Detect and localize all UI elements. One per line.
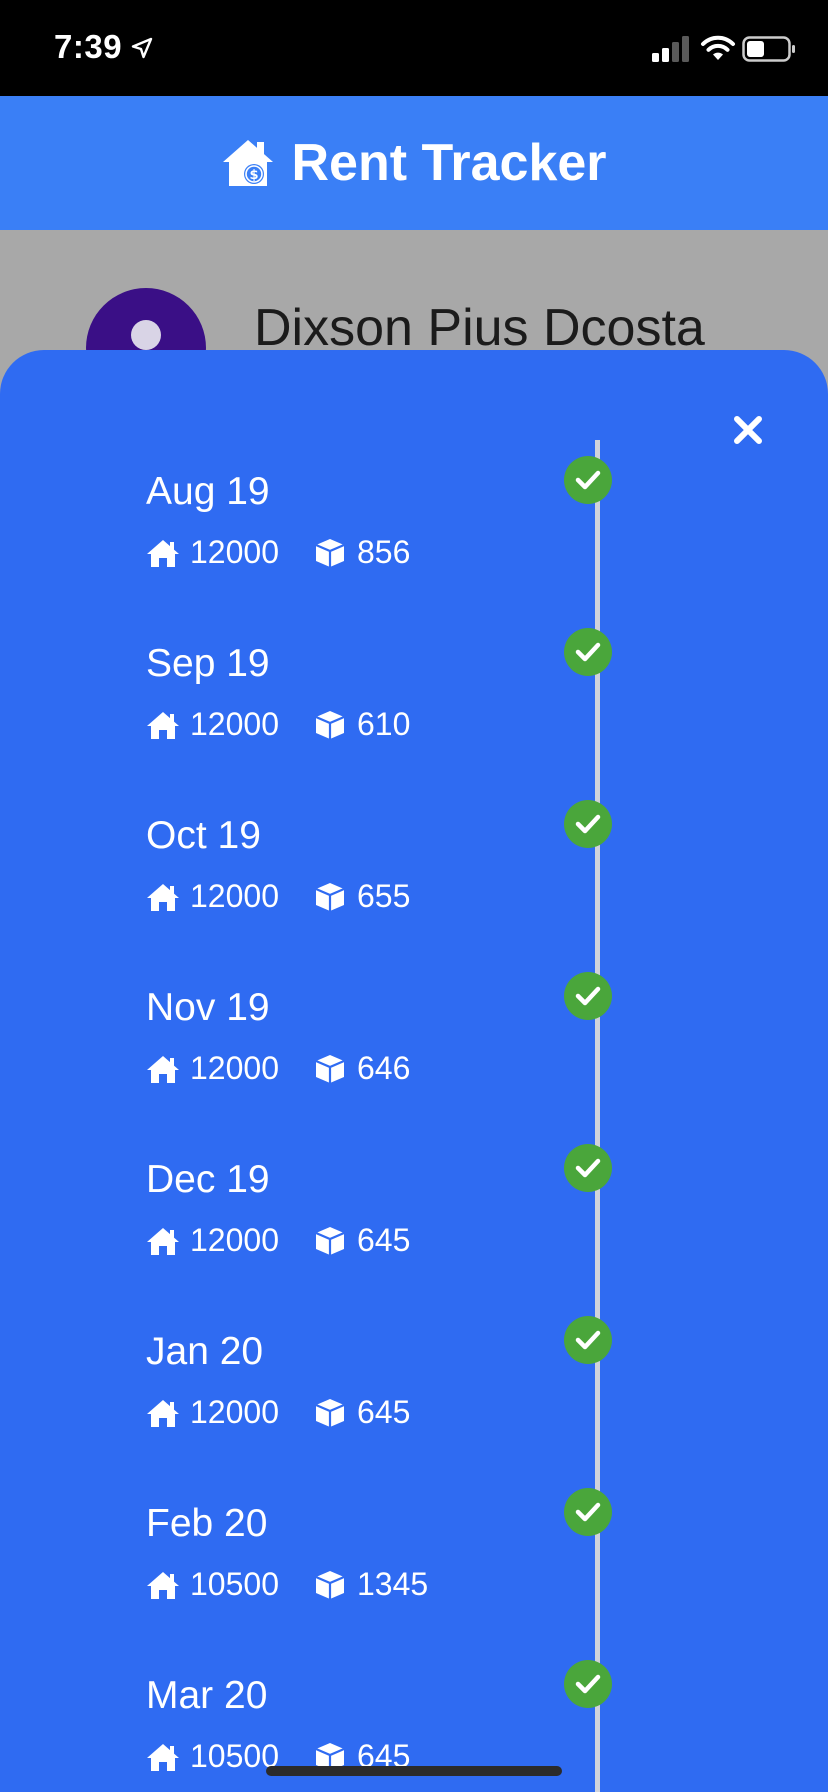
box-icon: [315, 1054, 345, 1083]
entry-month: Dec 19: [146, 1158, 270, 1201]
rent-amount: 12000: [146, 534, 279, 571]
home-icon: [147, 1399, 179, 1427]
check-icon: [575, 1502, 601, 1522]
entry-stats: 12000 610: [146, 706, 410, 743]
status-bar: 7:39: [0, 0, 828, 96]
close-button[interactable]: [720, 402, 776, 458]
box-icon: [315, 710, 345, 739]
rent-amount: 12000: [146, 1222, 279, 1259]
timeline-entry[interactable]: Nov 19 12000 646: [0, 972, 828, 1144]
entry-month: Feb 20: [146, 1502, 268, 1545]
location-arrow-icon: [131, 37, 153, 59]
paid-check-badge: [564, 972, 612, 1020]
check-icon: [575, 470, 601, 490]
entry-month: Aug 19: [146, 470, 270, 513]
battery-icon: [742, 36, 795, 62]
svg-text:$: $: [250, 168, 259, 183]
home-icon: [147, 1743, 179, 1771]
entry-stats: 12000 646: [146, 1050, 410, 1087]
close-icon: [734, 416, 762, 444]
paid-check-badge: [564, 456, 612, 504]
entry-month: Sep 19: [146, 642, 270, 685]
app-title: Rent Tracker: [291, 134, 607, 192]
rent-amount: 12000: [146, 878, 279, 915]
home-indicator[interactable]: [266, 1766, 562, 1776]
timeline-entry[interactable]: Sep 19 12000 610: [0, 628, 828, 800]
rent-amount: 10500: [146, 1566, 279, 1603]
utility-amount: 610: [313, 706, 410, 743]
timeline-entry[interactable]: Aug 19 12000 856: [0, 456, 828, 628]
app-header: $ Rent Tracker: [0, 96, 828, 230]
paid-check-badge: [564, 800, 612, 848]
home-icon: [147, 883, 179, 911]
utility-amount: 1345: [313, 1566, 428, 1603]
entry-stats: 12000 856: [146, 534, 410, 571]
check-icon: [575, 814, 601, 834]
rent-amount: 12000: [146, 1050, 279, 1087]
entry-stats: 12000 645: [146, 1394, 410, 1431]
home-icon: [147, 1227, 179, 1255]
timeline-entry[interactable]: Dec 19 12000 645: [0, 1144, 828, 1316]
paid-check-badge: [564, 628, 612, 676]
box-icon: [315, 1570, 345, 1599]
paid-check-badge: [564, 1144, 612, 1192]
home-icon: [147, 711, 179, 739]
timeline-entry[interactable]: Oct 19 12000 655: [0, 800, 828, 972]
house-dollar-icon: $: [223, 140, 274, 186]
entry-month: Jan 20: [146, 1330, 264, 1373]
box-icon: [315, 882, 345, 911]
paid-check-badge: [564, 1488, 612, 1536]
entry-stats: 12000 645: [146, 1222, 410, 1259]
rent-amount: 10500: [146, 1738, 279, 1775]
paid-check-badge: [564, 1316, 612, 1364]
cellular-signal-icon: [652, 36, 689, 62]
rent-amount: 12000: [146, 706, 279, 743]
entry-stats: 12000 655: [146, 878, 410, 915]
timeline-entry[interactable]: Jan 20 12000 645: [0, 1316, 828, 1488]
check-icon: [575, 642, 601, 662]
paid-check-badge: [564, 1660, 612, 1708]
wifi-icon: [701, 35, 735, 60]
utility-amount: 655: [313, 878, 410, 915]
box-icon: [315, 1226, 345, 1255]
check-icon: [575, 986, 601, 1006]
utility-amount: 645: [313, 1222, 410, 1259]
payment-history-sheet: Aug 19 12000 856 Sep 19 12000 610 Oct 19…: [0, 350, 828, 1792]
entry-month: Mar 20: [146, 1674, 268, 1717]
entry-stats: 10500 1345: [146, 1566, 428, 1603]
utility-amount: 645: [313, 1394, 410, 1431]
check-icon: [575, 1158, 601, 1178]
home-icon: [147, 1571, 179, 1599]
utility-amount: 856: [313, 534, 410, 571]
box-icon: [315, 538, 345, 567]
utility-amount: 646: [313, 1050, 410, 1087]
box-icon: [315, 1398, 345, 1427]
timeline-entry[interactable]: Feb 20 10500 1345: [0, 1488, 828, 1660]
check-icon: [575, 1330, 601, 1350]
check-icon: [575, 1674, 601, 1694]
home-icon: [147, 539, 179, 567]
home-icon: [147, 1055, 179, 1083]
tenant-name: Dixson Pius Dcosta: [254, 299, 705, 357]
rent-amount: 12000: [146, 1394, 279, 1431]
entry-month: Oct 19: [146, 814, 261, 857]
entry-month: Nov 19: [146, 986, 270, 1029]
status-time: 7:39: [54, 28, 123, 65]
